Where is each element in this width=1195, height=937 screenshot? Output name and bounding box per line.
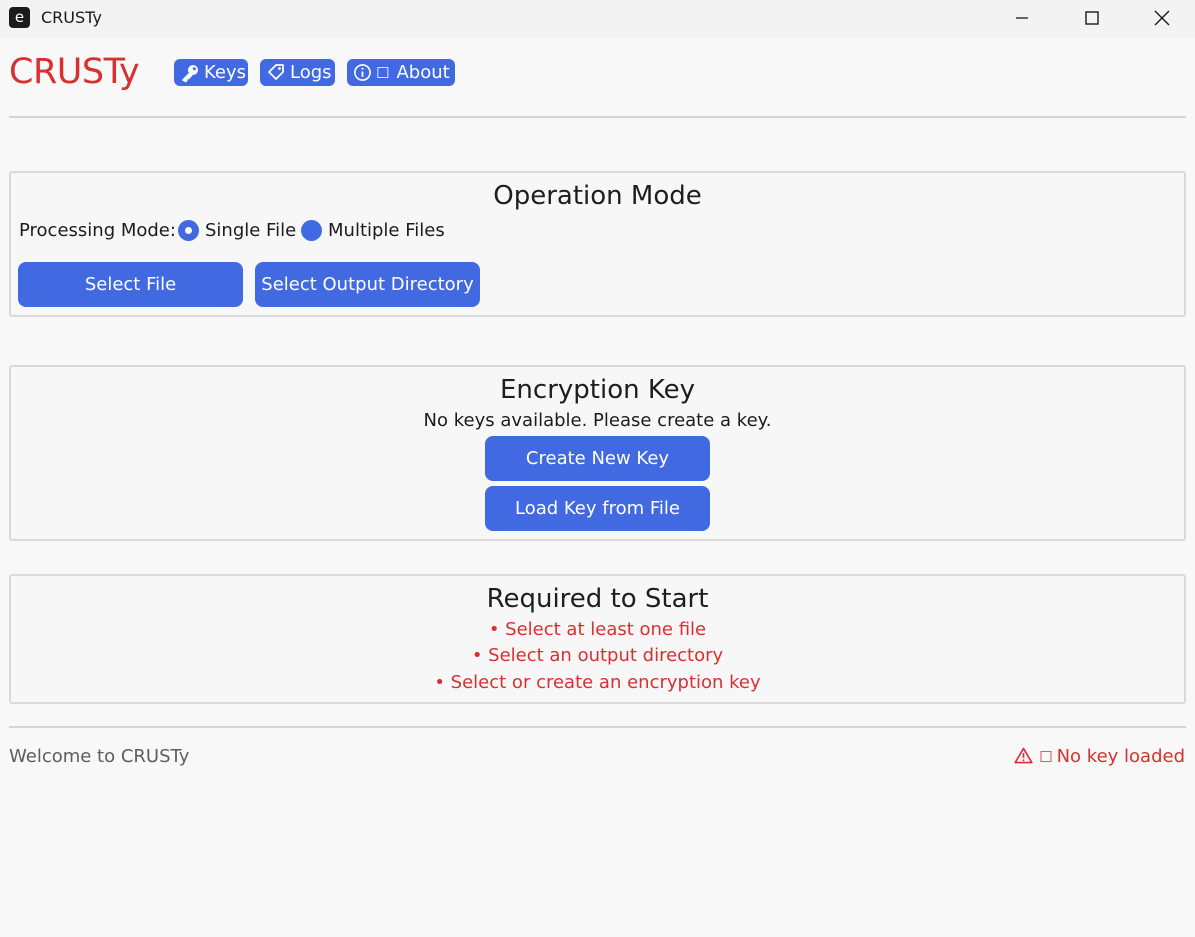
minimize-icon [1016,17,1028,19]
requirement-item: • Select at least one file [488,619,707,640]
key-status-glyph: ☐ [1039,748,1053,766]
minimize-button[interactable] [998,0,1046,36]
radio-single-file-label[interactable]: Single File [205,220,296,242]
operation-mode-panel: Operation Mode Processing Mode: Single F… [9,171,1186,317]
load-key-from-file-button[interactable]: Load Key from File [485,486,710,531]
radio-single-file[interactable] [178,220,199,241]
nav-logs-label: Logs [290,62,332,83]
radio-multiple-files[interactable] [301,220,322,241]
nav-keys-button[interactable]: Keys [174,59,248,86]
requirement-item: • Select or create an encryption key [434,672,761,693]
nav-about-label: About [396,62,450,83]
required-to-start-title: Required to Start [486,584,709,614]
no-keys-message: No keys available. Please create a key. [423,410,772,431]
tag-icon [266,59,286,83]
operation-mode-title: Operation Mode [493,181,702,211]
nav-logs-button[interactable]: Logs [260,59,335,86]
processing-mode-label: Processing Mode: [19,220,176,241]
nav-about-button[interactable]: ☐ About [347,59,455,86]
maximize-icon [1085,11,1099,25]
app-brand-title: CRUSTy [9,52,140,92]
encryption-key-title: Encryption Key [500,375,695,405]
key-icon [180,59,200,83]
select-output-directory-button[interactable]: Select Output Directory [255,262,480,307]
close-button[interactable] [1138,0,1186,36]
maximize-button[interactable] [1068,0,1116,36]
header-divider [9,116,1186,118]
nav-about-glyph: ☐ [376,64,390,82]
close-icon [1154,10,1170,26]
app-icon: e [9,7,30,28]
info-icon [353,59,372,82]
status-message: Welcome to CRUSTy [9,746,190,767]
key-status-text: No key loaded [1056,746,1185,767]
status-divider [9,726,1186,728]
create-new-key-button[interactable]: Create New Key [485,436,710,481]
window-title: CRUSTy [41,8,102,27]
nav-keys-label: Keys [204,62,247,83]
select-file-button[interactable]: Select File [18,262,243,307]
requirement-item: • Select an output directory [471,645,724,666]
radio-multiple-files-label[interactable]: Multiple Files [328,220,445,242]
warning-icon [1014,747,1034,764]
title-bar: e CRUSTy [0,0,1195,38]
key-status-indicator: ☐ No key loaded [1014,746,1185,768]
radio-selected-dot [185,227,192,234]
encryption-key-panel: Encryption Key No keys available. Please… [9,365,1186,541]
required-to-start-panel: Required to Start • Select at least one … [9,574,1186,704]
